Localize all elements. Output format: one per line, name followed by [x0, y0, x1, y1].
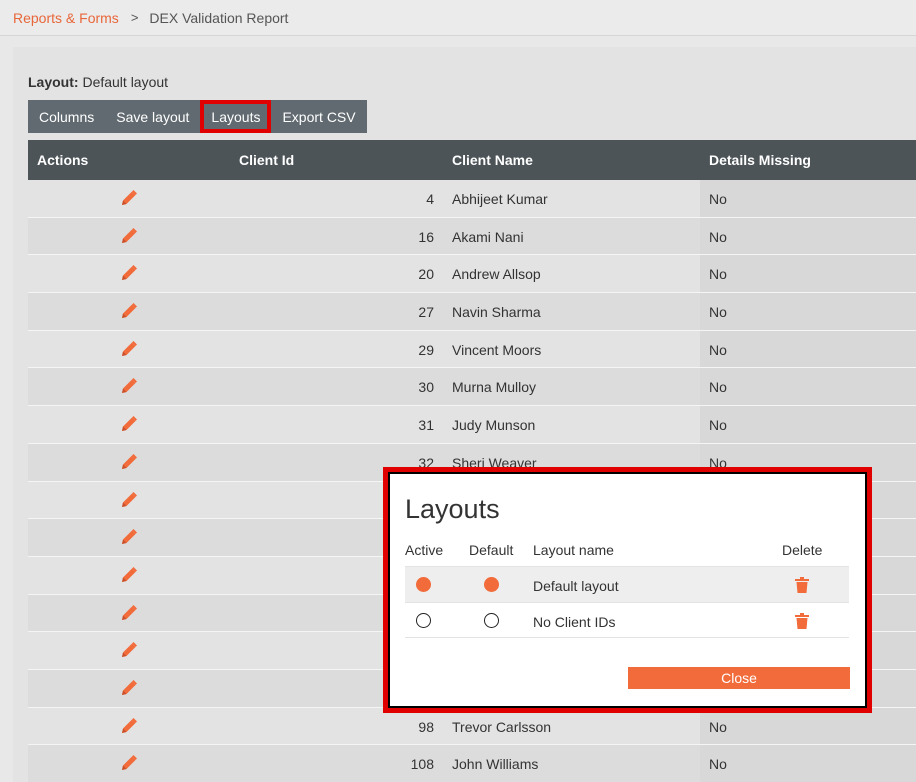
trash-icon[interactable]	[795, 613, 809, 629]
details-missing-cell	[700, 745, 916, 782]
header-client-name[interactable]: Client Name	[452, 152, 533, 168]
breadcrumb-link-reports-forms[interactable]: Reports & Forms	[13, 10, 119, 26]
details-missing-value: No	[709, 756, 727, 773]
layout-name: No Client IDs	[533, 614, 616, 630]
layout-label: Layout:	[28, 74, 79, 90]
pencil-icon[interactable]	[120, 566, 138, 584]
header-client-id[interactable]: Client Id	[239, 152, 294, 168]
layouts-button[interactable]: Layouts	[200, 100, 272, 133]
details-missing-cell	[700, 330, 916, 368]
grid-header: Actions Client Id Client Name Details Mi…	[28, 140, 916, 180]
chevron-right-icon: >	[130, 10, 139, 25]
client-id-cell: 31	[418, 417, 434, 434]
layouts-dialog-highlight: Layouts Active Default Layout name Delet…	[383, 467, 872, 713]
pencil-icon[interactable]	[120, 415, 138, 433]
details-missing-value: No	[709, 266, 727, 283]
client-id-cell: 4	[426, 191, 434, 207]
client-name-cell: Andrew Allsop	[452, 266, 541, 283]
active-radio[interactable]	[416, 577, 431, 592]
pencil-icon[interactable]	[120, 340, 138, 358]
client-name-cell: Murna Mulloy	[452, 379, 537, 396]
pencil-icon[interactable]	[120, 604, 138, 622]
details-missing-cell	[700, 217, 916, 255]
client-name-cell: Trevor Carlsson	[452, 718, 552, 735]
active-radio[interactable]	[416, 613, 431, 628]
col-active: Active	[405, 542, 444, 558]
pencil-icon[interactable]	[120, 264, 138, 282]
details-missing-cell	[700, 707, 916, 745]
client-name-cell: Navin Sharma	[452, 304, 541, 321]
table-row: 27 Navin Sharma No	[28, 293, 916, 331]
details-missing-value: No	[709, 341, 727, 358]
client-name-cell: Judy Munson	[452, 417, 536, 434]
col-default: Default	[469, 542, 514, 558]
details-missing-value: No	[709, 304, 727, 321]
columns-button[interactable]: Columns	[28, 100, 105, 133]
pencil-icon[interactable]	[120, 453, 138, 471]
default-radio[interactable]	[484, 613, 499, 628]
table-row: 4 Abhijeet Kumar No	[28, 180, 916, 218]
dialog-title: Layouts	[405, 494, 500, 524]
details-missing-cell	[700, 293, 916, 330]
client-id-cell: 108	[410, 756, 434, 773]
pencil-icon[interactable]	[120, 227, 138, 245]
layout-value: Default layout	[82, 74, 169, 90]
close-button[interactable]: Close	[628, 667, 850, 689]
layouts-table: Active Default Layout name Delete Defaul…	[405, 531, 849, 638]
pencil-icon[interactable]	[120, 679, 138, 697]
client-name-cell: Vincent Moors	[452, 341, 542, 358]
pencil-icon[interactable]	[120, 189, 138, 207]
client-id-cell: 29	[418, 341, 434, 358]
default-radio[interactable]	[484, 577, 499, 592]
col-layout-name: Layout name	[533, 542, 614, 558]
pencil-icon[interactable]	[120, 302, 138, 320]
pencil-icon[interactable]	[120, 641, 138, 659]
layouts-table-header: Active Default Layout name Delete	[405, 531, 849, 566]
client-id-cell: 27	[418, 304, 434, 321]
table-row: 30 Murna Mulloy No	[28, 368, 916, 407]
table-row: 29 Vincent Moors No	[28, 330, 916, 369]
details-missing-cell	[700, 368, 916, 406]
layout-name: Default layout	[533, 578, 619, 594]
client-name-cell: Abhijeet Kumar	[452, 191, 548, 207]
breadcrumb-current: DEX Validation Report	[149, 9, 289, 26]
details-missing-value: No	[709, 228, 727, 245]
layout-row: Default layout	[405, 566, 849, 602]
details-missing-value: No	[709, 191, 727, 207]
table-row: 108 John Williams No	[28, 745, 916, 782]
table-row: 31 Judy Munson No	[28, 406, 916, 444]
client-name-cell: John Williams	[452, 756, 539, 773]
pencil-icon[interactable]	[120, 717, 138, 735]
pencil-icon[interactable]	[120, 491, 138, 509]
trash-icon[interactable]	[795, 577, 809, 593]
client-id-cell: 20	[418, 266, 434, 283]
details-missing-cell	[700, 255, 916, 293]
layouts-dialog: Layouts Active Default Layout name Delet…	[390, 474, 865, 706]
table-row: 98 Trevor Carlsson No	[28, 707, 916, 746]
pencil-icon[interactable]	[120, 754, 138, 772]
client-id-cell: 16	[418, 228, 434, 245]
col-delete: Delete	[782, 542, 823, 558]
details-missing-value: No	[709, 718, 727, 735]
breadcrumb: Reports & Forms > DEX Validation Report	[0, 0, 916, 36]
header-details-missing[interactable]: Details Missing	[709, 152, 811, 168]
export-csv-button[interactable]: Export CSV	[271, 100, 366, 133]
layout-row: No Client IDs	[405, 602, 849, 638]
client-id-cell: 30	[418, 379, 434, 396]
client-name-cell: Akami Nani	[452, 228, 524, 245]
pencil-icon[interactable]	[120, 377, 138, 395]
details-missing-value: No	[709, 417, 727, 434]
details-missing-value: No	[709, 379, 727, 396]
details-missing-cell	[700, 180, 916, 217]
header-actions[interactable]: Actions	[37, 152, 88, 168]
table-row: 20 Andrew Allsop No	[28, 255, 916, 294]
pencil-icon[interactable]	[120, 528, 138, 546]
client-id-cell: 98	[418, 718, 434, 735]
current-layout: Layout: Default layout	[28, 74, 168, 90]
details-missing-cell	[700, 406, 916, 443]
grid-toolbar: Columns Save layout Layouts Export CSV	[28, 100, 367, 133]
table-row: 16 Akami Nani No	[28, 217, 916, 256]
save-layout-button[interactable]: Save layout	[105, 100, 200, 133]
